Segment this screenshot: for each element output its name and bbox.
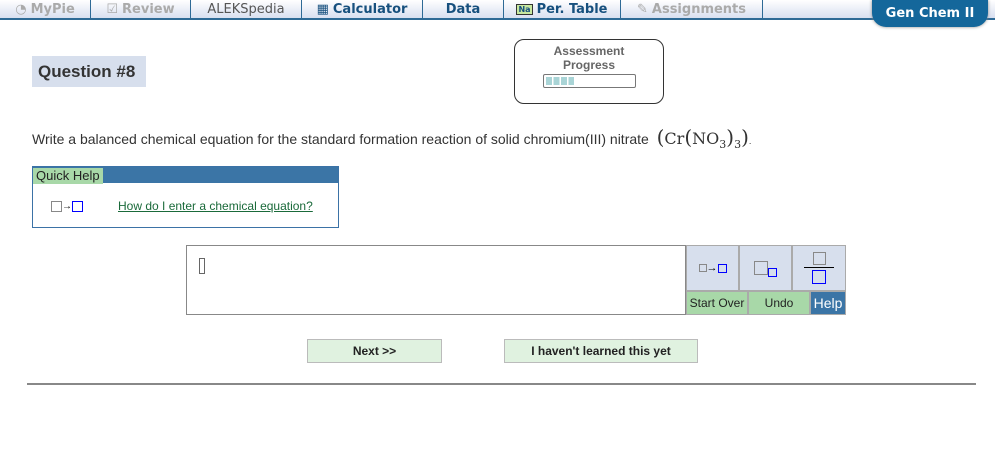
question-number: Question #8 — [32, 56, 146, 87]
help-button[interactable]: Help — [810, 291, 846, 315]
periodic-table-icon: Na — [516, 3, 533, 15]
text-cursor — [199, 258, 205, 274]
course-badge[interactable]: Gen Chem II — [872, 0, 988, 27]
tab-review[interactable]: ☑ Review — [91, 0, 191, 18]
start-over-button[interactable]: Start Over — [686, 291, 748, 315]
help-link[interactable]: How do I enter a chemical equation? — [118, 199, 313, 213]
reaction-arrow-icon: → — [51, 201, 83, 212]
progress-bar — [542, 74, 636, 88]
quick-help-panel: Quick Help → How do I enter a chemical e… — [32, 166, 339, 228]
subscript-icon — [754, 259, 777, 277]
check-icon: ☑ — [106, 1, 119, 17]
chemical-formula: (Cr(NO3)3) — [656, 125, 749, 152]
answer-input[interactable] — [186, 245, 686, 315]
progress-fill — [545, 77, 575, 85]
undo-button[interactable]: Undo — [748, 291, 810, 315]
not-learned-button[interactable]: I haven't learned this yet — [504, 339, 698, 363]
tab-data[interactable]: Data — [423, 0, 504, 18]
tab-alekspedia[interactable]: ALEKSpedia — [191, 0, 302, 18]
assessment-progress: Assessment Progress — [514, 39, 664, 104]
tab-per-table[interactable]: Na Per. Table — [504, 0, 621, 18]
calculator-icon: ▦ — [316, 1, 329, 17]
quick-help-title: Quick Help — [33, 168, 103, 184]
tab-assignments[interactable]: ✎ Assignments — [621, 0, 763, 18]
pie-icon: ◔ — [15, 1, 27, 17]
question-text: Write a balanced chemical equation for t… — [32, 125, 752, 152]
progress-label: Assessment Progress — [553, 44, 625, 72]
fraction-icon — [804, 252, 834, 284]
tab-calculator[interactable]: ▦ Calculator — [302, 0, 423, 18]
arrow-tool-button[interactable]: → — [686, 245, 739, 291]
reaction-arrow-icon: → — [698, 262, 727, 274]
top-nav: ◔ MyPie ☑ Review ALEKSpedia ▦ Calculator Da… — [0, 0, 995, 20]
subscript-tool-button[interactable] — [739, 245, 792, 291]
next-button[interactable]: Next >> — [307, 339, 442, 363]
tab-mypie[interactable]: ◔ MyPie — [0, 0, 91, 18]
divider — [27, 383, 976, 385]
fraction-tool-button[interactable] — [792, 245, 846, 291]
assignment-icon: ✎ — [636, 1, 648, 17]
